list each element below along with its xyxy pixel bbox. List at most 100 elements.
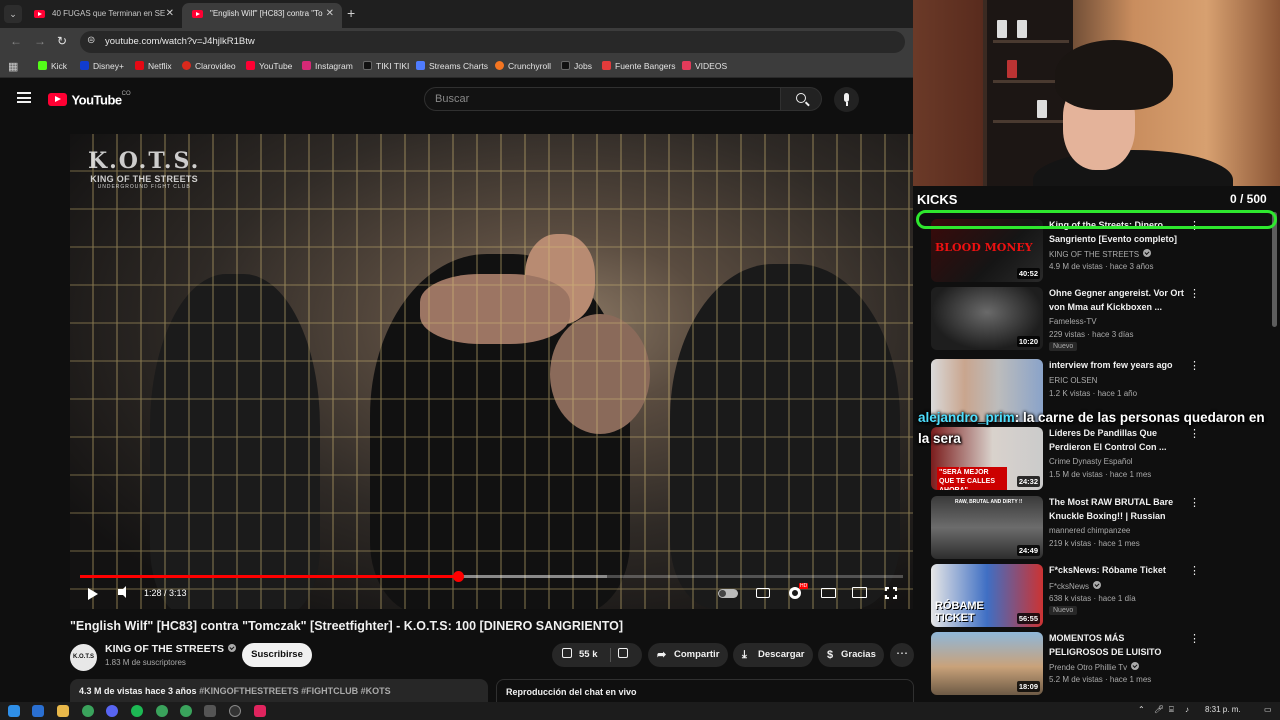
bookmark-fuente-bangers[interactable]: Fuente Bangers [602,61,675,71]
more-actions-icon[interactable]: ⋯ [890,643,914,667]
more-options-icon[interactable]: ⋮ [1189,632,1200,645]
recommendation-channel[interactable]: ERIC OLSEN [1049,376,1097,385]
notification-icon[interactable]: ▭ [1264,705,1272,714]
new-tab-icon[interactable]: + [347,5,355,21]
description-box[interactable]: 4.3 M de vistas hace 3 años #KINGOFTHEST… [70,679,488,704]
play-icon[interactable] [88,588,98,600]
more-options-icon[interactable]: ⋮ [1189,287,1200,300]
voice-search-icon[interactable] [834,87,859,112]
bookmark-netflix[interactable]: Netflix [135,61,172,71]
search-button[interactable] [781,87,822,111]
clock[interactable]: 8:31 p. m. [1205,705,1241,714]
close-tab-icon[interactable]: ✕ [326,3,334,25]
recommendation-item[interactable]: 18:09 MOMENTOS MÁS PELIGROSOS DE LUISITO… [931,632,1271,696]
windows-start-icon[interactable] [8,705,20,717]
bookmark-youtube[interactable]: YouTube [246,61,292,71]
recommendation-channel[interactable]: Prende Otro Phillie Tv [1049,662,1140,672]
url-text[interactable]: youtube.com/watch?v=J4hjlkR1Btw [105,36,255,47]
recommendation-title[interactable]: The Most RAW BRUTAL Bare Knuckle Boxing!… [1049,496,1184,524]
video-player[interactable]: K.O.T.S. KING OF THE STREETS UNDERGROUND… [70,134,913,609]
tiktok-live-icon[interactable] [254,705,266,717]
volume-icon[interactable] [118,586,126,598]
file-explorer-icon[interactable] [57,705,69,717]
fullscreen-icon[interactable] [884,586,898,600]
recommendation-title[interactable]: F*cksNews: Róbame Ticket [1049,564,1184,578]
recommendation-channel[interactable]: KING OF THE STREETS [1049,249,1152,259]
bookmark-crunchyroll[interactable]: Crunchyroll [495,61,551,71]
recommendation-channel[interactable]: mannered chimpanzee [1049,526,1130,535]
chrome-icon[interactable] [156,705,168,717]
search-taskbar-icon[interactable] [32,705,44,717]
tab-fugas[interactable]: 40 FUGAS que Terminan en SE ✕ [24,3,182,28]
more-options-icon[interactable]: ⋮ [1189,496,1200,509]
progress-bar[interactable] [80,571,903,582]
recommendation-channel[interactable]: Fameless-TV [1049,317,1097,326]
duration-badge: 56:55 [1016,613,1040,624]
cast-icon[interactable] [852,587,867,598]
like-button[interactable] [562,643,572,667]
tab-search-icon[interactable]: ⌄ [4,5,22,23]
sidebar-scrollbar[interactable] [1272,212,1277,327]
discord-icon[interactable] [106,705,118,717]
mic-tray-icon[interactable]: 🎤︎ [1154,705,1164,714]
recommendation-title[interactable]: Ohne Gegner angereist. Vor Ort von Mma a… [1049,287,1184,314]
obs-icon[interactable] [229,705,241,717]
reload-icon[interactable]: ↻ [57,34,67,48]
search-input[interactable]: Buscar [424,87,781,111]
like-count[interactable]: 55 k [579,643,598,667]
chrome-icon[interactable] [180,705,192,717]
bookmark-videos[interactable]: VIDEOS [682,61,727,71]
chrome-icon[interactable] [82,705,94,717]
subscribe-button[interactable]: Suscribirse [242,643,312,667]
chrome-active-icon[interactable] [204,705,216,717]
dislike-button[interactable] [618,643,628,667]
apps-grid-icon[interactable]: ▦ [8,60,18,73]
recommendation-channel[interactable]: Crime Dynasty Español [1049,457,1133,466]
recommendation-title[interactable]: MOMENTOS MÁS PELIGROSOS DE LUISITO COMUN… [1049,632,1184,660]
spotify-icon[interactable] [131,705,143,717]
volume-tray-icon[interactable]: ♪ [1185,705,1189,714]
bookmark-kick[interactable]: Kick [38,61,67,71]
recommendation-title[interactable]: interview from few years ago [1049,359,1184,373]
bookmark-disney[interactable]: Disney+ [80,61,124,71]
chat-replay-box[interactable]: Reproducción del chat en vivo [496,679,914,704]
recommendation-views: 5.2 M de vistas · hace 1 mes [1049,675,1152,684]
country-code: CO [121,91,131,97]
network-icon[interactable]: ⌸ [1169,705,1174,715]
menu-icon[interactable] [17,92,31,103]
close-tab-icon[interactable]: ✕ [166,3,174,25]
autoplay-toggle[interactable] [718,589,738,598]
recommendation-channel[interactable]: F*cksNews [1049,581,1102,591]
bookmark-streams-charts[interactable]: Streams Charts [416,61,488,71]
video-thumbnail[interactable]: 18:09 [931,632,1043,695]
theater-mode-icon[interactable] [821,588,836,598]
bookmark-instagram[interactable]: Instagram [302,61,353,71]
more-options-icon[interactable]: ⋮ [1189,564,1200,577]
more-options-icon[interactable]: ⋮ [1189,359,1200,372]
download-button[interactable]: ⤓ Descargar [733,643,813,667]
bookmark-clarovideo[interactable]: Clarovideo [182,61,236,71]
tab-english-wilf[interactable]: "English Wilf" [HC83] contra "To ✕ [182,3,342,28]
bookmark-jobs[interactable]: Jobs [561,61,592,71]
site-info-icon[interactable]: ⊜ [87,35,95,46]
recommendation-item[interactable]: RAW, BRUTAL AND DIRTY !! 24:49 The Most … [931,496,1271,560]
youtube-logo[interactable]: YouTubeCO [48,91,131,109]
omnibox[interactable]: ⊜ youtube.com/watch?v=J4hjlkR1Btw [80,31,905,53]
recommendation-item[interactable]: RÓBAME TICKET 56:55 F*cksNews: Róbame Ti… [931,564,1271,628]
recommendation-item[interactable]: 10:20 Ohne Gegner angereist. Vor Ort von… [931,287,1271,351]
channel-avatar[interactable]: K.O.T.S [70,644,97,671]
video-thumbnail[interactable]: RÓBAME TICKET 56:55 [931,564,1043,627]
hashtags[interactable]: #KINGOFTHESTREETS #FIGHTCLUB #KOTS [199,686,391,696]
video-thumbnail[interactable]: 10:20 [931,287,1043,350]
thanks-button[interactable]: $ Gracias [818,643,884,667]
subtitles-icon[interactable] [756,588,770,598]
forward-icon[interactable]: → [34,34,46,48]
recommendation-views: 1.2 K vistas · hace 1 año [1049,389,1138,398]
tray-chevron-icon[interactable]: ⌃ [1138,705,1145,714]
channel-name-link[interactable]: KING OF THE STREETS [105,643,237,655]
bookmark-tikitiki[interactable]: TIKI TIKI [363,61,409,71]
duration-badge: 18:09 [1016,681,1040,692]
back-icon[interactable]: ← [10,34,22,48]
video-thumbnail[interactable]: RAW, BRUTAL AND DIRTY !! 24:49 [931,496,1043,559]
share-button[interactable]: ➦ Compartir [648,643,728,667]
